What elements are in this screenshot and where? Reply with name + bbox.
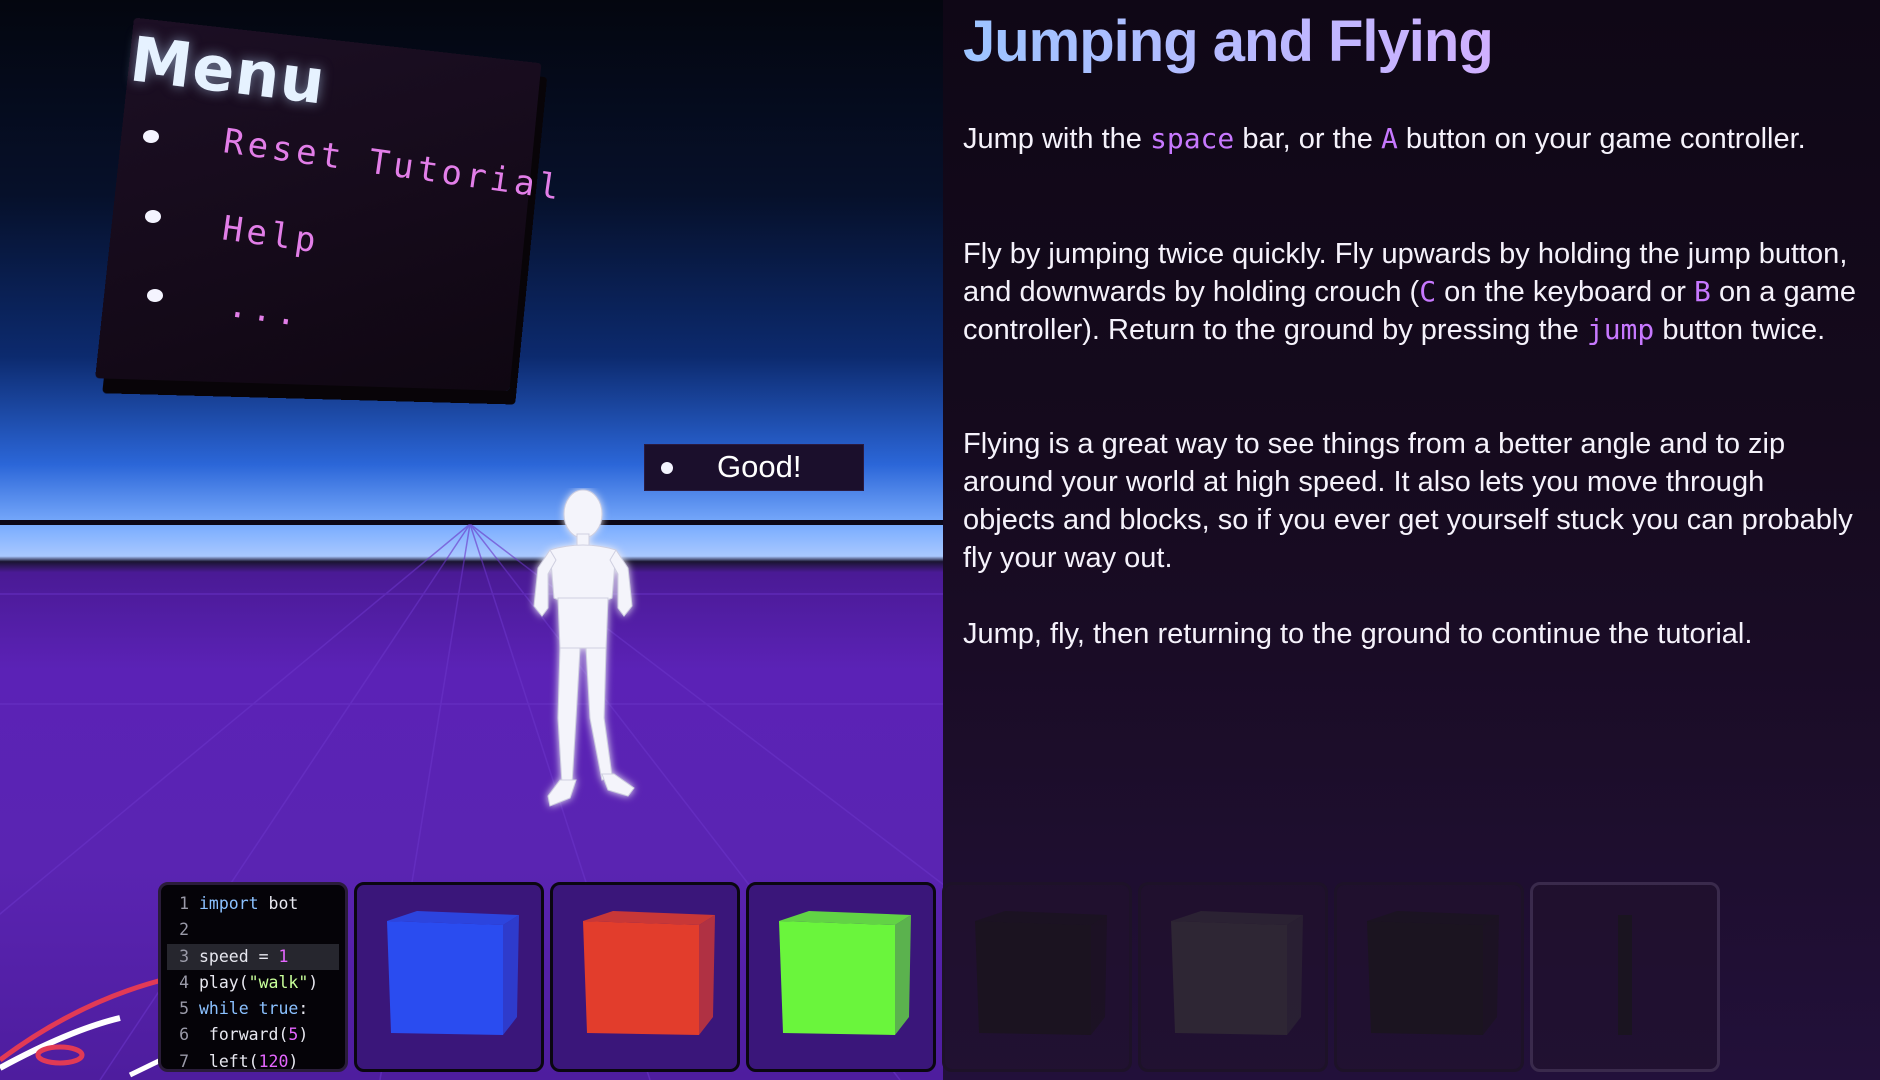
paragraph-fly: Fly by jumping twice quickly. Fly upward… [963,235,1863,349]
code-token: ) [298,1025,309,1045]
paragraph-flying-benefits: Flying is a great way to see things from… [963,428,1853,574]
code-token: 120 [258,1051,289,1071]
code-line: 5 while true: [167,996,339,1022]
hotbar-slot-empty-block[interactable] [1334,882,1524,1072]
menu-bullet [147,289,163,302]
character-icon [1618,915,1632,1035]
hotbar-slot-green-block[interactable] [746,882,936,1072]
code-token: 1 [278,946,289,966]
code-token: 5 [288,1025,299,1045]
line-number: 2 [179,920,189,940]
key-a: A [1380,122,1398,155]
code-line: 4 play("walk") [167,970,339,996]
menu-bullet [145,210,161,223]
status-chip: Good! [644,444,864,491]
key-jump: jump [1586,313,1655,346]
code-line: 6 forward(5) [167,1022,339,1048]
code-token: while [199,999,249,1019]
text: button on your game controller. [1397,123,1806,155]
menu-bullet [143,130,159,143]
code-token: ) [288,1051,299,1071]
line-number: 3 [179,946,189,966]
text: button twice. [1654,314,1826,346]
hotbar-slot-red-block[interactable] [550,882,740,1072]
line-number: 6 [179,1025,189,1045]
code-token: forward( [199,1025,289,1045]
code-line: 3 speed = 1 [167,943,339,970]
code-token: "walk" [248,972,309,992]
line-number: 1 [179,894,189,913]
line-number: 7 [179,1051,189,1071]
code-line: 7 left(120) [167,1049,339,1075]
cube-icon [975,911,1107,1035]
line-number: 5 [179,999,189,1019]
code-token: bot [258,894,299,913]
player-avatar[interactable] [520,488,670,828]
hotbar-slot-empty-block[interactable] [942,882,1132,1072]
key-b: B [1694,275,1711,308]
paragraph-jump: Jump with the space bar, or the A button… [963,120,1863,158]
code-token: left( [199,1051,259,1071]
code-token: true [248,999,299,1019]
code-token: : [298,999,309,1019]
status-dot [661,462,673,474]
code-token: play( [199,972,249,992]
cube-icon [583,911,715,1035]
line-number: 4 [179,972,189,992]
code-token: speed = [199,946,279,966]
code-line: 2 [167,917,339,943]
tutorial-title: Jumping and Flying [963,9,1494,74]
paragraph-continue: Jump, fly, then returning to the ground … [963,618,1753,650]
hotbar-slot-blue-block[interactable] [354,882,544,1072]
code-token: ) [308,972,319,992]
key-c: C [1419,275,1437,308]
cube-icon [1171,911,1303,1035]
status-label: Good! [717,449,802,484]
text: bar, or the [1234,123,1381,155]
cube-icon [387,911,519,1035]
text: on the keyboard or [1436,276,1695,308]
code-token: import [199,894,259,913]
hotbar-slot-gray-block[interactable] [1138,882,1328,1072]
code-slot[interactable]: 1 import bot 2 3 speed = 1 4 play("walk") 5 whi… [158,882,348,1072]
text: Jump with the [963,123,1150,155]
cube-icon [779,911,911,1035]
code-line: 1 import bot [167,891,339,917]
cube-icon [1367,911,1499,1035]
hotbar-slot-character-item[interactable] [1530,882,1720,1072]
key-space: space [1149,122,1235,155]
